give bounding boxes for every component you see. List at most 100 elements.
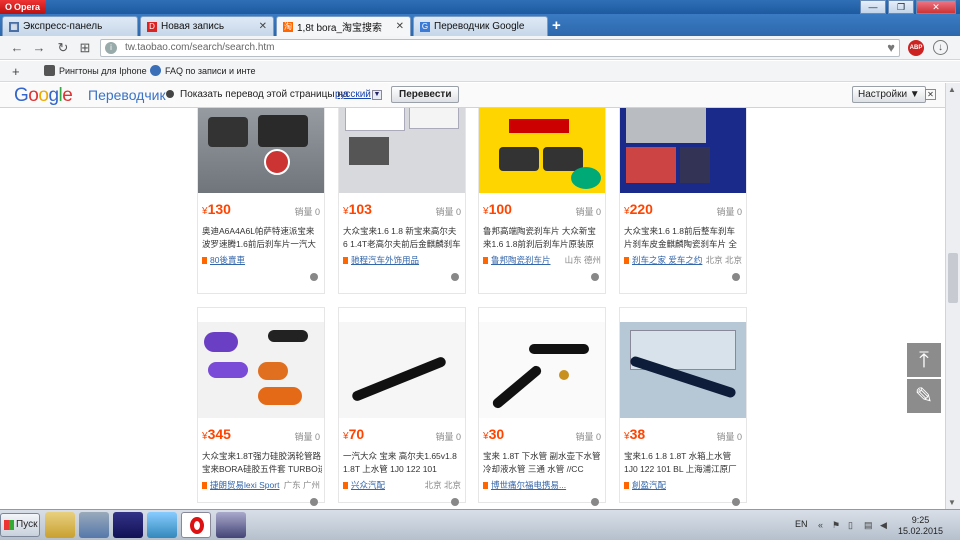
product-image[interactable]: [479, 322, 605, 418]
forward-arrow-icon[interactable]: →: [30, 39, 48, 57]
product-title-line1[interactable]: 大众宝来1.6 1.8前后整车刹车: [624, 225, 744, 237]
vertical-scrollbar[interactable]: ▲ ▼: [945, 83, 960, 509]
shop-link[interactable]: 刹车之家 爱车之约: [624, 254, 702, 266]
product-title-line2[interactable]: 来1.6 1.8前刹后刹车片原装原: [483, 238, 603, 250]
shop-icon: [624, 257, 629, 264]
shop-link[interactable]: 80後賣車: [202, 254, 245, 266]
chat-icon[interactable]: [591, 498, 599, 506]
product-card[interactable]: ¥30 销量 0 宝来 1.8T 下水管 副水壶下水管 冷却液水管 三通 水管 …: [478, 307, 606, 506]
opera-taskbar-icon[interactable]: [181, 512, 211, 538]
input-language[interactable]: EN: [795, 519, 808, 529]
product-title-line1[interactable]: 一汽大众 宝来 高尔夫1.65v1.8: [343, 450, 463, 462]
shop-link[interactable]: 博世痛尔福电携易...: [483, 479, 566, 491]
new-tab-button[interactable]: +: [552, 18, 561, 34]
product-image[interactable]: [479, 108, 605, 193]
target-language-link[interactable]: русский: [335, 89, 371, 100]
back-to-top-icon[interactable]: ⤒: [907, 343, 941, 377]
shop-link[interactable]: 驰程汽车外饰用品: [343, 254, 419, 266]
pencil-icon[interactable]: ✎: [907, 379, 941, 413]
start-button[interactable]: Пуск: [0, 513, 40, 537]
bookmark-item[interactable]: Рингтоны для Iphone: [44, 65, 147, 76]
product-title-line2[interactable]: 1J0 122 101 BL 上海浦江原厂: [624, 463, 744, 475]
product-title-line2[interactable]: 宝来BORA硅胶五件套 TURBO进: [202, 463, 322, 475]
product-card[interactable]: ¥220 销量 0 大众宝来1.6 1.8前后整车刹车 片刹车皮金麒麟陶瓷刹车片…: [619, 108, 747, 294]
network-icon[interactable]: ▤: [864, 520, 874, 530]
chat-icon[interactable]: [451, 273, 459, 281]
product-title-line2[interactable]: 片刹车皮金麒麟陶瓷刹车片 全: [624, 238, 744, 250]
shop-icon: [343, 257, 348, 264]
scroll-down-icon[interactable]: ▼: [948, 498, 956, 507]
chevron-down-icon[interactable]: ▼: [372, 90, 382, 100]
close-icon[interactable]: ✕: [925, 89, 936, 100]
chat-icon[interactable]: [451, 498, 459, 506]
tab-new-post[interactable]: D Новая запись ✕: [140, 16, 274, 36]
product-title-line1[interactable]: 宝来 1.8T 下水管 副水壶下水管: [483, 450, 603, 462]
tab-taobao-search[interactable]: 淘 1,8t bora_淘宝搜索 ✕: [276, 16, 411, 36]
product-title-line2[interactable]: 冷却液水管 三通 水管 //CC: [483, 463, 603, 475]
shop-link[interactable]: 捷朗贸易lexi Sport: [202, 479, 279, 491]
home-grid-icon[interactable]: ⊞: [76, 39, 94, 57]
flag-icon[interactable]: ⚑: [832, 520, 842, 530]
tab-google-translate[interactable]: G Переводчик Google: [413, 16, 548, 36]
product-card[interactable]: ¥345 销量 0 大众宝来1.8T强力硅胶涡轮管路 宝来BORA硅胶五件套 T…: [197, 307, 325, 506]
product-card[interactable]: ¥70 销量 0 一汽大众 宝来 高尔夫1.65v1.8 1.8T 上水管 1J…: [338, 307, 466, 506]
chat-icon[interactable]: [732, 273, 740, 281]
tab-speed-dial[interactable]: ▦ Экспресс-панель: [2, 16, 138, 36]
explorer-icon[interactable]: [45, 512, 75, 538]
minimize-button[interactable]: —: [860, 0, 886, 14]
close-tab-icon[interactable]: ✕: [259, 21, 267, 32]
reload-icon[interactable]: ↻: [54, 39, 72, 57]
shop-link[interactable]: 兴众汽配: [343, 479, 385, 491]
chat-icon[interactable]: [310, 273, 318, 281]
product-image[interactable]: [620, 108, 746, 193]
product-title-line1[interactable]: 鲁邦高端陶瓷刹车片 大众新宝: [483, 225, 603, 237]
close-window-button[interactable]: ✕: [916, 0, 956, 14]
app-icon[interactable]: [147, 512, 177, 538]
back-arrow-icon[interactable]: ←: [8, 39, 26, 57]
product-title-line1[interactable]: 大众宝来1.8T强力硅胶涡轮管路: [202, 450, 322, 462]
product-title-line1[interactable]: 大众宝来1.6 1.8 新宝来高尔夫: [343, 225, 463, 237]
product-card[interactable]: ¥130 销量 0 奥迪A6A4A6L帕萨特速派宝来 波罗速腾1.6前后刹车片一…: [197, 108, 325, 294]
chat-icon[interactable]: [591, 273, 599, 281]
chat-icon[interactable]: [310, 498, 318, 506]
settings-button[interactable]: Настройки ▼: [852, 86, 926, 103]
system-clock[interactable]: 9:25 15.02.2015: [898, 515, 943, 537]
site-info-icon[interactable]: i: [105, 42, 117, 54]
bookmark-item[interactable]: FAQ по записи и инте: [150, 65, 256, 76]
scrollbar-thumb[interactable]: [948, 253, 958, 303]
volume-icon[interactable]: ◀: [880, 520, 890, 530]
chat-icon[interactable]: [732, 498, 740, 506]
add-bookmark-icon[interactable]: +: [12, 64, 20, 79]
opera-menu-button[interactable]: O Opera: [0, 0, 46, 14]
product-title-line2[interactable]: 1.8T 上水管 1J0 122 101: [343, 463, 463, 475]
product-image[interactable]: [198, 322, 324, 418]
seller-location: 北京 北京: [705, 255, 742, 265]
heart-icon[interactable]: ♥: [887, 40, 895, 55]
download-icon[interactable]: ↓: [933, 40, 948, 55]
product-title-line2[interactable]: 6 1.4T老高尔夫前后金麒麟刹车: [343, 238, 463, 250]
product-title-line2[interactable]: 波罗速腾1.6前后刹车片一汽大: [202, 238, 322, 250]
shop-link[interactable]: 鲁邦陶瓷刹车片: [483, 254, 551, 266]
product-title-line1[interactable]: 宝来1.6 1.8 1.8T 水箱上水管: [624, 450, 744, 462]
url-text[interactable]: tw.taobao.com/search/search.htm: [125, 42, 275, 53]
translate-button[interactable]: Перевести: [391, 86, 460, 103]
tray-chevron-icon[interactable]: «: [818, 520, 828, 530]
window-app-icon[interactable]: [216, 512, 246, 538]
shop-link[interactable]: 創盈汽配: [624, 479, 666, 491]
product-card[interactable]: ¥38 销量 0 宝来1.6 1.8 1.8T 水箱上水管 1J0 122 10…: [619, 307, 747, 506]
close-tab-icon[interactable]: ✕: [396, 21, 404, 32]
media-player-icon[interactable]: [79, 512, 109, 538]
address-bar[interactable]: i tw.taobao.com/search/search.htm ♥: [100, 39, 900, 57]
maximize-button[interactable]: ❐: [888, 0, 914, 14]
product-image[interactable]: [339, 108, 465, 193]
product-image[interactable]: [620, 322, 746, 418]
product-card[interactable]: ¥103 销量 0 大众宝来1.6 1.8 新宝来高尔夫 6 1.4T老高尔夫前…: [338, 108, 466, 294]
save-disk-icon[interactable]: [113, 512, 143, 538]
battery-icon[interactable]: ▯: [848, 520, 858, 530]
product-card[interactable]: ¥100 销量 0 鲁邦高端陶瓷刹车片 大众新宝 来1.6 1.8前刹后刹车片原…: [478, 108, 606, 294]
scroll-up-icon[interactable]: ▲: [948, 85, 956, 94]
product-image[interactable]: [339, 322, 465, 418]
product-title-line1[interactable]: 奥迪A6A4A6L帕萨特速派宝来: [202, 225, 322, 237]
product-image[interactable]: [198, 108, 324, 193]
adblock-icon[interactable]: ABP: [908, 40, 924, 56]
